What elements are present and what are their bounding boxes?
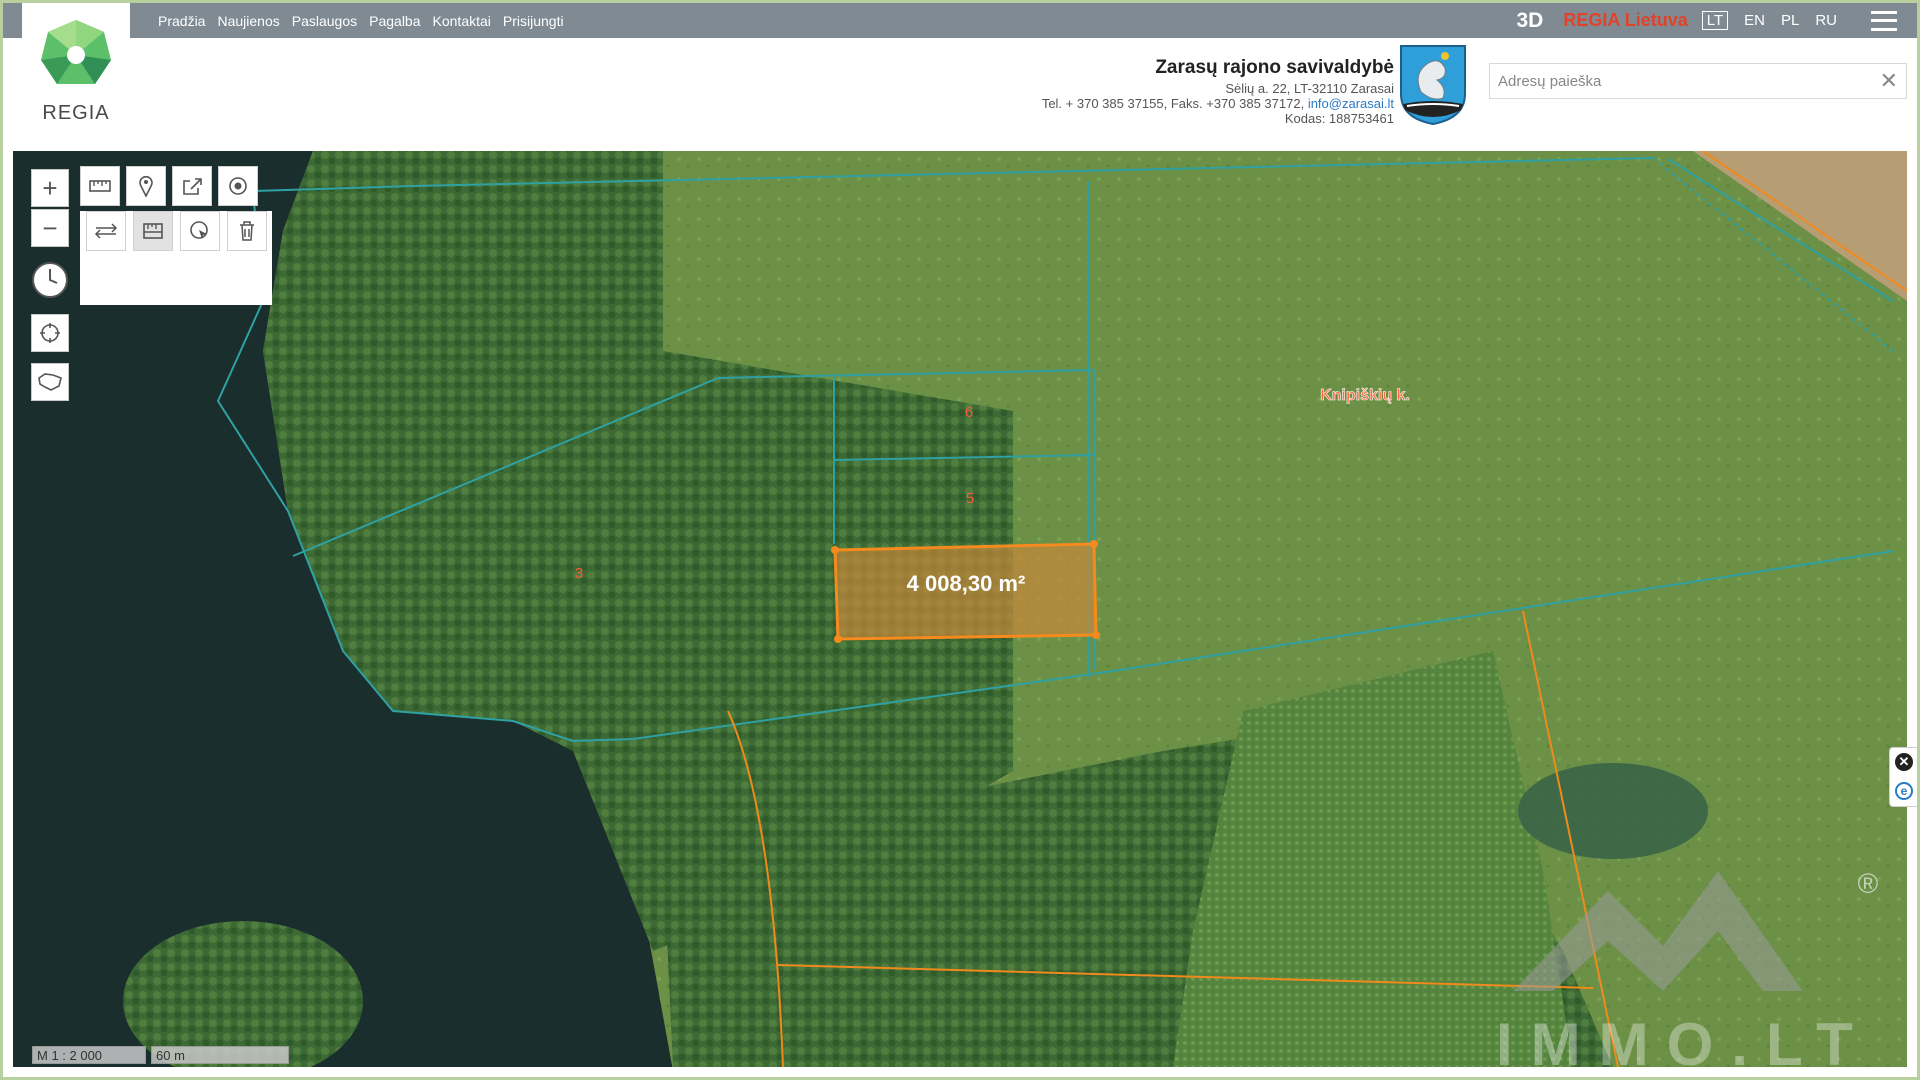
nav-item-login[interactable]: Prisijungti bbox=[503, 13, 564, 29]
accessibility-e-icon[interactable]: e bbox=[1895, 782, 1913, 800]
parcel-number-3: 3 bbox=[575, 565, 583, 582]
municipality-name: Zarasų rajono savivaldybė bbox=[1155, 57, 1394, 78]
distance-icon[interactable] bbox=[86, 211, 126, 251]
pond bbox=[1518, 763, 1708, 859]
address-search-input[interactable] bbox=[1490, 64, 1860, 98]
regia-lietuva-link[interactable]: REGIA Lietuva bbox=[1563, 10, 1687, 31]
address-search: ✕ bbox=[1489, 63, 1907, 99]
accessibility-widget: ✕ e bbox=[1889, 747, 1918, 807]
municipality-address: Sėlių a. 22, LT-32110 Zarasai bbox=[1225, 81, 1394, 96]
close-icon[interactable]: ✕ bbox=[1895, 753, 1913, 771]
lang-ru[interactable]: RU bbox=[1815, 12, 1837, 29]
clock-icon[interactable] bbox=[31, 261, 69, 299]
nav-item-home[interactable]: Pradžia bbox=[158, 13, 205, 29]
top-navigation: Pradžia Naujienos Paslaugos Pagalba Kont… bbox=[158, 3, 564, 38]
nav-item-services[interactable]: Paslaugos bbox=[292, 13, 357, 29]
municipality-phone: Tel. + 370 385 37155, Faks. +370 385 371… bbox=[1041, 96, 1308, 111]
close-icon[interactable]: ✕ bbox=[1880, 69, 1898, 93]
hamburger-menu-icon[interactable] bbox=[1871, 10, 1897, 31]
target-icon[interactable] bbox=[218, 166, 258, 206]
trash-icon[interactable] bbox=[227, 211, 267, 251]
map-scale: M 1 : 2 000 60 m bbox=[32, 1046, 289, 1064]
measure-ruler-icon[interactable] bbox=[80, 166, 120, 206]
marker-icon[interactable] bbox=[126, 166, 166, 206]
3d-button[interactable]: 3D bbox=[1517, 9, 1544, 33]
plus-icon[interactable]: + bbox=[31, 169, 69, 207]
minus-icon[interactable]: − bbox=[31, 209, 69, 247]
lithuania-map-icon[interactable] bbox=[31, 363, 69, 401]
municipality-info: Zarasų rajono savivaldybė Sėlių a. 22, L… bbox=[1042, 57, 1394, 126]
share-icon[interactable] bbox=[172, 166, 212, 206]
top-right-actions: 3D REGIA Lietuva LT EN PL RU bbox=[1517, 3, 1897, 38]
scale-ratio: M 1 : 2 000 bbox=[32, 1046, 146, 1064]
lang-lt[interactable]: LT bbox=[1701, 11, 1729, 30]
municipality-email-link[interactable]: info@zarasai.lt bbox=[1308, 96, 1394, 111]
orthophoto-layer: 4 008,30 m² 6 5 3 Knipiškių k. ® bbox=[13, 151, 1907, 1067]
municipality-contacts: Tel. + 370 385 37155, Faks. +370 385 371… bbox=[1042, 96, 1394, 111]
query-icon[interactable] bbox=[180, 211, 220, 251]
nav-item-news[interactable]: Naujienos bbox=[217, 13, 279, 29]
logo-text: REGIA bbox=[42, 102, 110, 124]
parcel-number-6: 6 bbox=[965, 404, 973, 421]
top-bar: Pradžia Naujienos Paslaugos Pagalba Kont… bbox=[3, 3, 1917, 38]
regia-logo[interactable]: REGIA bbox=[22, 2, 130, 130]
crosshair-icon[interactable] bbox=[31, 314, 69, 352]
coat-of-arms-icon bbox=[1400, 45, 1466, 126]
area-icon[interactable] bbox=[133, 211, 173, 251]
regia-logo-icon bbox=[41, 20, 111, 84]
municipality-code: Kodas: 188753461 bbox=[1284, 111, 1394, 126]
lang-en[interactable]: EN bbox=[1744, 12, 1765, 29]
watermark-text: IMMO.LT bbox=[1496, 1011, 1871, 1078]
village-label: Knipiškių k. bbox=[1320, 387, 1410, 404]
measured-area-label: 4 008,30 m² bbox=[907, 571, 1026, 596]
parcel-number-5: 5 bbox=[966, 490, 974, 507]
nav-item-contacts[interactable]: Kontaktai bbox=[433, 13, 491, 29]
map-canvas[interactable]: 4 008,30 m² 6 5 3 Knipiškių k. ® + − M 1… bbox=[13, 151, 1907, 1067]
watermark-registered-mark: ® bbox=[1858, 868, 1879, 899]
lang-pl[interactable]: PL bbox=[1781, 12, 1799, 29]
nav-item-help[interactable]: Pagalba bbox=[369, 13, 420, 29]
scale-bar: 60 m bbox=[151, 1046, 289, 1064]
